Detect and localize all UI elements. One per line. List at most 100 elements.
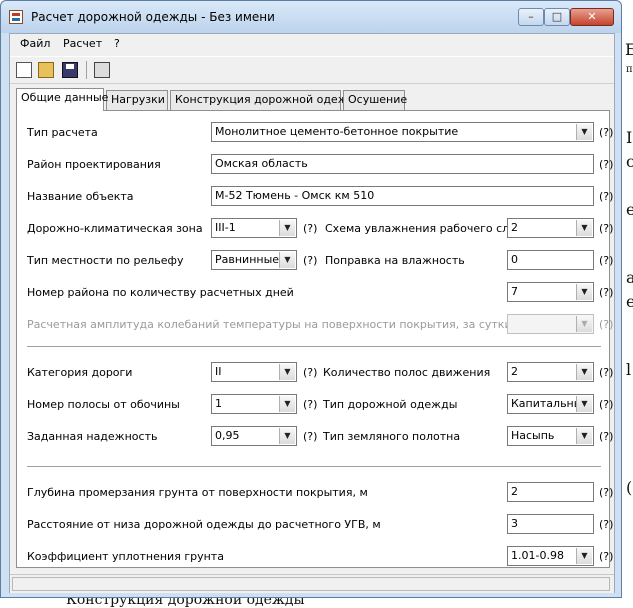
moisture-scheme-label: Схема увлажнения рабочего слоя [325,222,523,235]
region-input[interactable]: Омская область [211,154,594,174]
groundwater-distance-input[interactable]: 3 [507,514,594,534]
help-hint[interactable]: (?) [599,398,613,411]
temp-amplitude-label: Расчетная амплитуда колебаний температур… [27,318,512,331]
lanes-count-select[interactable]: 2 ▼ [507,362,594,382]
menu-bar: Файл Расчет ? [10,34,614,54]
moisture-scheme-value: 2 [511,221,518,234]
tab-pavement-structure[interactable]: Конструкция дорожной одежды [170,90,364,110]
terrain-type-select[interactable]: Равнинные р ▼ [211,250,297,270]
reliability-select[interactable]: 0,95 ▼ [211,426,297,446]
app-icon[interactable] [9,10,23,24]
climate-zone-value: III-1 [215,221,236,234]
chevron-down-icon[interactable]: ▼ [576,284,592,300]
chevron-down-icon[interactable]: ▼ [279,396,295,412]
groundwater-distance-label: Расстояние от низа дорожной одежды до ра… [27,518,381,531]
compaction-coef-select[interactable]: 1.01-0.98 ▼ [507,546,594,566]
road-category-value: II [215,365,222,378]
lanes-count-value: 2 [511,365,518,378]
object-name-label: Название объекта [27,190,134,203]
temp-amplitude-select[interactable]: ▼ [507,314,594,334]
terrain-type-label: Тип местности по рельефу [27,254,184,267]
lane-number-value: 1 [215,397,222,410]
moisture-scheme-select[interactable]: 2 ▼ [507,218,594,238]
chevron-down-icon[interactable]: ▼ [576,548,592,564]
help-hint[interactable]: (?) [303,222,317,235]
toolbar-separator [86,61,87,79]
save-disk-icon[interactable] [62,62,78,78]
pavement-type-select[interactable]: Капитальный ▼ [507,394,594,414]
compaction-coef-label: Коэффициент уплотнения грунта [27,550,224,563]
road-category-select[interactable]: II ▼ [211,362,297,382]
menu-file[interactable]: Файл [20,37,50,50]
close-button[interactable]: ✕ [570,8,614,26]
freeze-depth-label: Глубина промерзания грунта от поверхност… [27,486,368,499]
title-bar[interactable]: Расчет дорожной одежды - Без имени – □ ✕ [1,1,621,33]
new-file-icon[interactable] [16,62,32,78]
region-label: Район проектирования [27,158,161,171]
help-hint[interactable]: (?) [303,254,317,267]
help-hint[interactable]: (?) [599,518,613,531]
chevron-down-icon[interactable]: ▼ [576,396,592,412]
compaction-coef-value: 1.01-0.98 [511,549,564,562]
moisture-correction-label: Поправка на влажность [325,254,465,267]
calc-type-value: Монолитное цементо-бетонное покрытие [215,125,459,138]
section-divider [27,346,601,348]
calc-type-select[interactable]: Монолитное цементо-бетонное покрытие ▼ [211,122,594,142]
help-hint[interactable]: (?) [599,486,613,499]
tab-general[interactable]: Общие данные [16,88,108,111]
climate-zone-label: Дорожно-климатическая зона [27,222,203,235]
background-text: е [626,200,633,219]
help-hint[interactable]: (?) [599,286,613,299]
reliability-label: Заданная надежность [27,430,158,443]
help-hint[interactable]: (?) [599,254,613,267]
freeze-depth-input[interactable]: 2 [507,482,594,502]
object-name-input[interactable]: М-52 Тюмень - Омск км 510 [211,186,594,206]
chevron-down-icon[interactable]: ▼ [279,364,295,380]
client-area: Файл Расчет ? Общие данные Нагрузки Конс… [9,33,615,593]
maximize-button[interactable]: □ [544,8,570,26]
help-hint[interactable]: (?) [303,366,317,379]
chevron-down-icon[interactable]: ▼ [576,316,592,332]
chevron-down-icon[interactable]: ▼ [576,220,592,236]
calc-days-region-select[interactable]: 7 ▼ [507,282,594,302]
calc-days-region-value: 7 [511,285,518,298]
app-window: Расчет дорожной одежды - Без имени – □ ✕… [0,0,622,598]
background-text: а [626,268,633,287]
background-text: е [626,292,633,311]
background-text: l [626,360,632,379]
lanes-count-label: Количество полос движения [323,366,491,379]
help-hint[interactable]: (?) [599,190,613,203]
reliability-value: 0,95 [215,429,240,442]
climate-zone-select[interactable]: III-1 ▼ [211,218,297,238]
chevron-down-icon[interactable]: ▼ [279,428,295,444]
moisture-correction-input[interactable]: 0 [507,250,594,270]
toolbar [10,56,614,84]
subgrade-type-select[interactable]: Насыпь ▼ [507,426,594,446]
help-hint[interactable]: (?) [599,550,613,563]
open-folder-icon[interactable] [38,62,54,78]
help-hint[interactable]: (?) [599,366,613,379]
tab-drainage[interactable]: Осушение [343,90,407,110]
menu-help[interactable]: ? [114,37,120,50]
chevron-down-icon[interactable]: ▼ [576,124,592,140]
help-hint[interactable]: (?) [599,126,613,139]
chevron-down-icon[interactable]: ▼ [279,252,295,268]
help-hint[interactable]: (?) [599,222,613,235]
tab-loads[interactable]: Нагрузки [106,90,168,110]
menu-calc[interactable]: Расчет [63,37,102,50]
help-hint[interactable]: (?) [599,430,613,443]
chevron-down-icon[interactable]: ▼ [279,220,295,236]
minimize-button[interactable]: – [518,8,544,26]
section-divider [27,466,601,468]
background-text: с [626,152,633,171]
help-hint[interactable]: (?) [599,158,613,171]
lane-number-select[interactable]: 1 ▼ [211,394,297,414]
help-hint[interactable]: (?) [599,318,613,331]
chevron-down-icon[interactable]: ▼ [576,428,592,444]
help-hint[interactable]: (?) [303,430,317,443]
help-hint[interactable]: (?) [303,398,317,411]
calculator-icon[interactable] [94,62,110,78]
background-text: I [626,128,633,147]
chevron-down-icon[interactable]: ▼ [576,364,592,380]
background-text: ( [626,478,633,497]
